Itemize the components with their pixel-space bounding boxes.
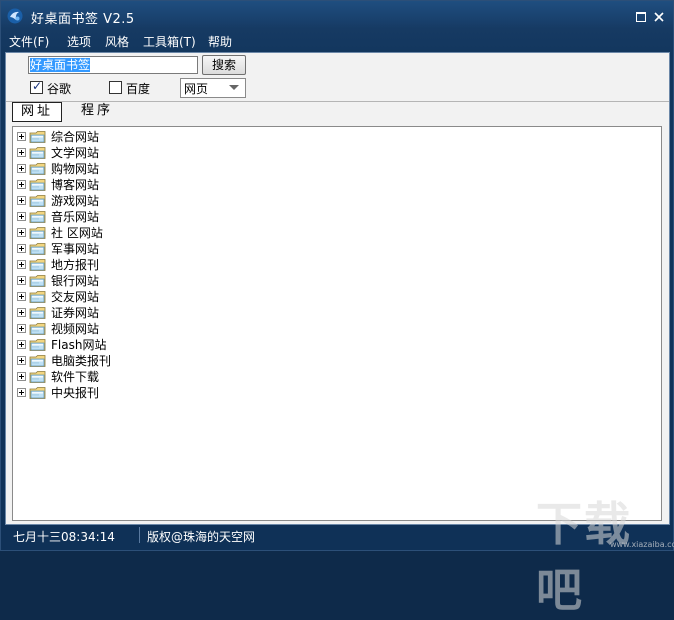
search-type-value: 网页	[184, 82, 209, 96]
tree-item-label: 证券网站	[51, 306, 100, 320]
status-separator	[139, 527, 140, 543]
folder-icon	[29, 371, 46, 383]
bookmark-tree[interactable]: 综合网站文学网站购物网站博客网站游戏网站音乐网站社 区网站军事网站地方报刊银行网…	[12, 126, 662, 521]
title-bar[interactable]: 好桌面书签 V2.5	[1, 1, 673, 31]
folder-icon	[29, 227, 46, 239]
folder-icon	[29, 179, 46, 191]
menu-file[interactable]: 文件(F)	[9, 33, 49, 50]
tab-urls[interactable]: 网址	[12, 102, 62, 122]
menu-options[interactable]: 选项	[67, 33, 91, 50]
folder-icon	[29, 243, 46, 255]
folder-icon	[29, 339, 46, 351]
watermark-url: www.xiazaiba.com	[610, 540, 674, 549]
tab-programs[interactable]: 程序	[74, 102, 120, 120]
tree-item-label: 购物网站	[51, 162, 100, 176]
expand-icon[interactable]	[17, 148, 26, 157]
tree-item-label: 音乐网站	[51, 210, 100, 224]
tree-item-label: 军事网站	[51, 242, 100, 256]
checkbox-box: ✓	[30, 79, 43, 94]
chevron-down-icon	[229, 85, 239, 90]
folder-icon	[29, 259, 46, 271]
expand-icon[interactable]	[17, 324, 26, 333]
expand-icon[interactable]	[17, 164, 26, 173]
tree-item-label: 视频网站	[51, 322, 100, 336]
expand-icon[interactable]	[17, 340, 26, 349]
expand-icon[interactable]	[17, 356, 26, 365]
close-icon	[654, 12, 664, 22]
maximize-icon	[636, 12, 646, 22]
folder-icon	[29, 211, 46, 223]
status-copyright: 版权@珠海的天空网	[147, 530, 256, 544]
engine-google-label: 谷歌	[47, 82, 72, 96]
expand-icon[interactable]	[17, 308, 26, 317]
expand-icon[interactable]	[17, 132, 26, 141]
tree-item-label: 交友网站	[51, 290, 100, 304]
folder-icon	[29, 147, 46, 159]
folder-icon	[29, 195, 46, 207]
tree-item-label: 博客网站	[51, 178, 100, 192]
expand-icon[interactable]	[17, 292, 26, 301]
tree-item-label: 地方报刊	[51, 258, 100, 272]
folder-icon	[29, 307, 46, 319]
folder-icon	[29, 387, 46, 399]
tree-item-label: 游戏网站	[51, 194, 100, 208]
checkmark-icon: ✓	[32, 79, 43, 93]
expand-icon[interactable]	[17, 388, 26, 397]
tree-item-label: 社 区网站	[51, 226, 103, 240]
tree-item-label: 银行网站	[51, 274, 100, 288]
expand-icon[interactable]	[17, 244, 26, 253]
engine-baidu-label: 百度	[126, 82, 151, 96]
menu-help[interactable]: 帮助	[208, 33, 232, 50]
folder-icon	[29, 355, 46, 367]
main-panel: 好桌面书签 搜索 ✓ 谷歌 百度 网页 网址 程序 综合网站文学网站购物网站博客…	[5, 52, 670, 525]
search-input-value: 好桌面书签	[30, 58, 91, 72]
close-button[interactable]	[652, 10, 666, 24]
menu-style[interactable]: 风格	[105, 33, 129, 50]
tree-item-label: 综合网站	[51, 130, 100, 144]
folder-icon	[29, 275, 46, 287]
app-window: 好桌面书签 V2.5 文件(F) 选项 风格 工具箱(T) 帮助 好桌面书签 搜…	[0, 0, 674, 617]
search-input[interactable]: 好桌面书签	[28, 56, 198, 74]
expand-icon[interactable]	[17, 180, 26, 189]
search-type-select[interactable]: 网页	[180, 78, 246, 98]
folder-icon	[29, 163, 46, 175]
watermark-logo: 下载吧 www.xiazaiba.com	[536, 488, 674, 620]
menu-toolbox[interactable]: 工具箱(T)	[143, 33, 196, 50]
expand-icon[interactable]	[17, 196, 26, 205]
expand-icon[interactable]	[17, 260, 26, 269]
expand-icon[interactable]	[17, 212, 26, 221]
tree-item-label: Flash网站	[51, 338, 107, 352]
folder-icon	[29, 323, 46, 335]
expand-icon[interactable]	[17, 276, 26, 285]
expand-icon[interactable]	[17, 228, 26, 237]
folder-icon	[29, 131, 46, 143]
watermark-text: 下载吧	[536, 497, 632, 617]
tree-item-label: 软件下载	[51, 370, 100, 384]
tree-item-label: 文学网站	[51, 146, 100, 160]
app-logo-icon	[7, 8, 23, 24]
folder-icon	[29, 291, 46, 303]
maximize-button[interactable]	[634, 10, 648, 24]
search-button[interactable]: 搜索	[202, 55, 246, 75]
expand-icon[interactable]	[17, 372, 26, 381]
status-time: 七月十三08:34:14	[13, 530, 115, 544]
window-title: 好桌面书签 V2.5	[31, 12, 135, 27]
tree-item-label: 电脑类报刊	[51, 354, 112, 368]
checkbox-box	[109, 81, 122, 94]
tree-item-label: 中央报刊	[51, 386, 100, 400]
